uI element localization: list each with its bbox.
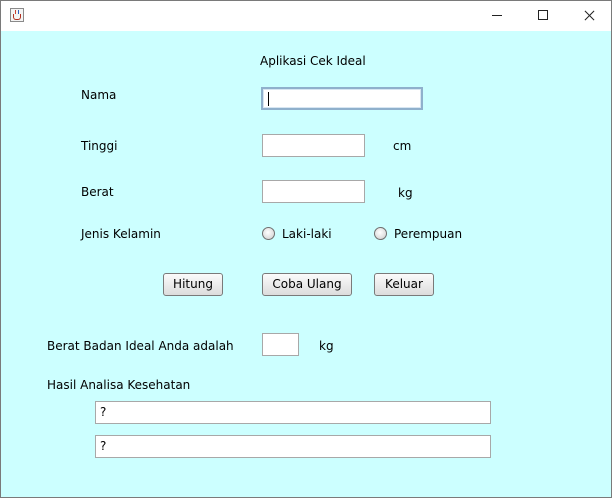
tinggi-label: Tinggi <box>81 139 118 153</box>
hitung-button[interactable]: Hitung <box>163 273 223 296</box>
berat-input[interactable] <box>262 180 365 203</box>
perempuan-radio[interactable] <box>374 227 387 240</box>
health-analysis-label: Hasil Analisa Kesehatan <box>47 378 191 392</box>
close-button[interactable] <box>567 1 611 31</box>
tinggi-unit: cm <box>393 139 412 153</box>
ideal-weight-output[interactable] <box>262 333 299 356</box>
jenis-kelamin-label: Jenis Kelamin <box>81 227 161 241</box>
java-cup-icon[interactable] <box>10 8 24 22</box>
maximize-icon <box>538 10 548 20</box>
nama-label: Nama <box>81 88 117 102</box>
health-analysis-output-1[interactable]: ? <box>95 401 491 424</box>
page-title: Aplikasi Cek Ideal <box>260 54 366 68</box>
ideal-weight-label: Berat Badan Ideal Anda adalah <box>47 339 234 353</box>
minimize-icon <box>492 15 502 16</box>
berat-label: Berat <box>81 185 114 199</box>
health-analysis-output-2[interactable]: ? <box>95 435 491 458</box>
ideal-weight-unit: kg <box>319 339 334 353</box>
form-panel: Aplikasi Cek Ideal Nama Tinggi cm Berat … <box>1 31 611 497</box>
tinggi-input[interactable] <box>262 134 365 157</box>
laki-laki-radio[interactable] <box>262 227 275 240</box>
maximize-button[interactable] <box>521 1 567 31</box>
minimize-button[interactable] <box>475 1 521 31</box>
perempuan-label[interactable]: Perempuan <box>394 227 462 241</box>
app-window: Aplikasi Cek Ideal Nama Tinggi cm Berat … <box>0 0 612 498</box>
coba-ulang-button[interactable]: Coba Ulang <box>262 273 352 296</box>
title-bar[interactable] <box>1 1 611 31</box>
nama-input[interactable] <box>261 87 423 110</box>
keluar-button[interactable]: Keluar <box>374 273 434 296</box>
berat-unit: kg <box>398 186 413 200</box>
text-caret <box>268 91 269 106</box>
laki-laki-label[interactable]: Laki-laki <box>282 227 332 241</box>
